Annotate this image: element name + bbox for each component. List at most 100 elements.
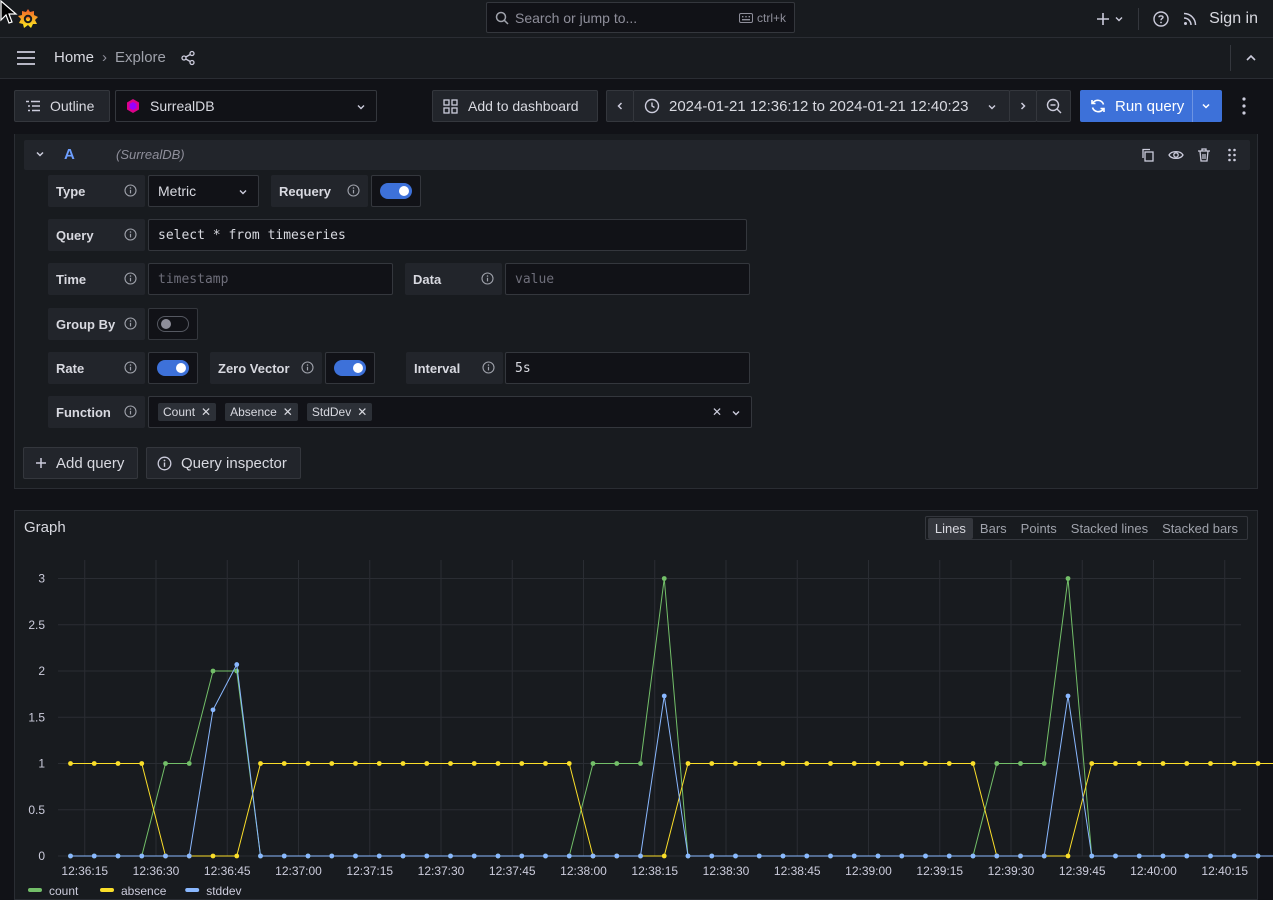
search-icon	[495, 11, 509, 25]
search-shortcut-text: ctrl+k	[757, 11, 786, 25]
graph-style-switcher: Lines Bars Points Stacked lines Stacked …	[925, 516, 1248, 540]
duplicate-icon[interactable]	[1140, 147, 1156, 163]
remove-chip-icon[interactable]: ✕	[283, 405, 293, 419]
info-icon[interactable]	[124, 272, 137, 285]
query-label: Query	[48, 219, 145, 251]
outline-button[interactable]: Outline	[14, 90, 110, 122]
hamburger-menu-icon[interactable]	[16, 50, 36, 66]
chevron-right-icon	[1018, 101, 1028, 111]
chevron-down-icon	[238, 187, 248, 197]
outline-list-icon	[25, 100, 41, 112]
info-icon[interactable]	[124, 184, 137, 197]
interval-input[interactable]: 5s	[505, 352, 750, 384]
info-icon[interactable]	[124, 361, 137, 374]
clear-all-icon[interactable]: ✕	[712, 405, 722, 419]
view-option-stacked-bars[interactable]: Stacked bars	[1155, 518, 1245, 539]
dashboard-grid-icon	[443, 99, 458, 114]
time-field-input[interactable]: timestamp	[148, 263, 393, 295]
graph-title: Graph	[24, 519, 66, 536]
share-button[interactable]	[180, 50, 196, 66]
rate-toggle-container	[148, 352, 198, 384]
chevron-down-icon	[1114, 14, 1124, 24]
chip-label: StdDev	[312, 405, 351, 419]
nav-bar: Home › Explore	[0, 38, 1273, 79]
breadcrumb-current: Explore	[115, 49, 166, 66]
info-icon[interactable]	[124, 317, 137, 330]
surrealdb-icon	[126, 98, 140, 114]
top-right-actions: Sign in	[1096, 0, 1273, 37]
remove-chip-icon[interactable]: ✕	[357, 405, 367, 419]
groupby-label-text: Group By	[56, 317, 115, 332]
groupby-toggle[interactable]	[157, 316, 189, 332]
breadcrumb-home[interactable]: Home	[54, 49, 94, 66]
info-icon[interactable]	[347, 184, 360, 197]
view-option-points[interactable]: Points	[1014, 518, 1064, 539]
rss-icon[interactable]	[1183, 12, 1197, 26]
view-option-lines[interactable]: Lines	[928, 518, 973, 539]
view-option-stacked-lines[interactable]: Stacked lines	[1064, 518, 1155, 539]
info-icon[interactable]	[124, 405, 137, 418]
info-icon[interactable]	[481, 272, 494, 285]
trash-icon[interactable]	[1196, 147, 1212, 163]
time-range-picker[interactable]: 2024-01-21 12:36:12 to 2024-01-21 12:40:…	[633, 90, 1010, 122]
rate-label: Rate	[48, 352, 145, 384]
chevron-down-icon	[987, 102, 997, 112]
eye-icon[interactable]	[1168, 147, 1184, 163]
search-input[interactable]: Search or jump to... ctrl+k	[486, 2, 795, 33]
zerovector-toggle[interactable]	[334, 360, 366, 376]
graph-panel: Graph Lines Bars Points Stacked lines St…	[14, 510, 1258, 900]
requery-toggle[interactable]	[380, 183, 412, 199]
query-inspector-button[interactable]: Query inspector	[146, 447, 301, 479]
datasource-name: SurrealDB	[150, 98, 215, 114]
requery-toggle-container	[371, 175, 421, 207]
chevron-down-icon[interactable]	[34, 148, 46, 160]
query-label-text: Query	[56, 228, 94, 243]
chevron-up-icon	[1245, 52, 1257, 64]
groupby-toggle-container	[148, 308, 198, 340]
top-bar: Search or jump to... ctrl+k Sign in	[0, 0, 1273, 38]
query-inspector-label: Query inspector	[181, 455, 287, 472]
zoom-out-button[interactable]	[1036, 90, 1071, 122]
nav-right	[1230, 38, 1273, 78]
chevron-down-icon[interactable]	[731, 408, 741, 418]
search-placeholder: Search or jump to...	[515, 10, 637, 26]
interval-label-text: Interval	[414, 361, 460, 376]
grafana-logo-icon[interactable]	[16, 7, 40, 31]
chip-label: Absence	[230, 405, 277, 419]
plus-icon	[35, 457, 47, 469]
data-field-input[interactable]: value	[505, 263, 750, 295]
rate-toggle[interactable]	[157, 360, 189, 376]
type-select[interactable]: Metric	[148, 175, 259, 207]
query-ref-id[interactable]: A	[64, 146, 75, 163]
drag-handle-icon[interactable]	[1224, 147, 1240, 163]
query-text: select * from timeseries	[158, 228, 346, 243]
remove-chip-icon[interactable]: ✕	[201, 405, 211, 419]
view-option-bars[interactable]: Bars	[973, 518, 1014, 539]
info-icon[interactable]	[301, 361, 314, 374]
new-menu-button[interactable]	[1096, 12, 1124, 26]
datasource-picker[interactable]: SurrealDB	[115, 90, 377, 122]
function-label-text: Function	[56, 405, 111, 420]
run-query-button[interactable]: Run query	[1080, 90, 1222, 122]
refresh-icon	[1090, 98, 1106, 114]
query-datasource-label: (SurrealDB)	[116, 147, 185, 162]
collapse-header-button[interactable]	[1245, 52, 1257, 64]
time-label-text: Time	[56, 272, 86, 287]
help-icon[interactable]	[1153, 11, 1169, 27]
add-to-dashboard-button[interactable]: Add to dashboard	[432, 90, 598, 122]
rate-label-text: Rate	[56, 361, 84, 376]
chevron-down-icon[interactable]	[1201, 101, 1211, 111]
time-forward-button[interactable]	[1009, 90, 1037, 122]
info-icon[interactable]	[482, 361, 495, 374]
share-icon	[180, 50, 196, 66]
info-icon[interactable]	[124, 228, 137, 241]
query-input[interactable]: select * from timeseries	[148, 219, 747, 251]
add-query-button[interactable]: Add query	[23, 447, 138, 479]
function-multiselect[interactable]: Count ✕ Absence ✕ StdDev ✕ ✕	[148, 396, 752, 428]
time-back-button[interactable]	[606, 90, 634, 122]
more-options-icon[interactable]	[1236, 95, 1252, 117]
sign-in-link[interactable]: Sign in	[1209, 10, 1258, 28]
chip-label: Count	[163, 405, 195, 419]
zerovector-label-text: Zero Vector	[218, 361, 290, 376]
type-label: Type	[48, 175, 145, 207]
